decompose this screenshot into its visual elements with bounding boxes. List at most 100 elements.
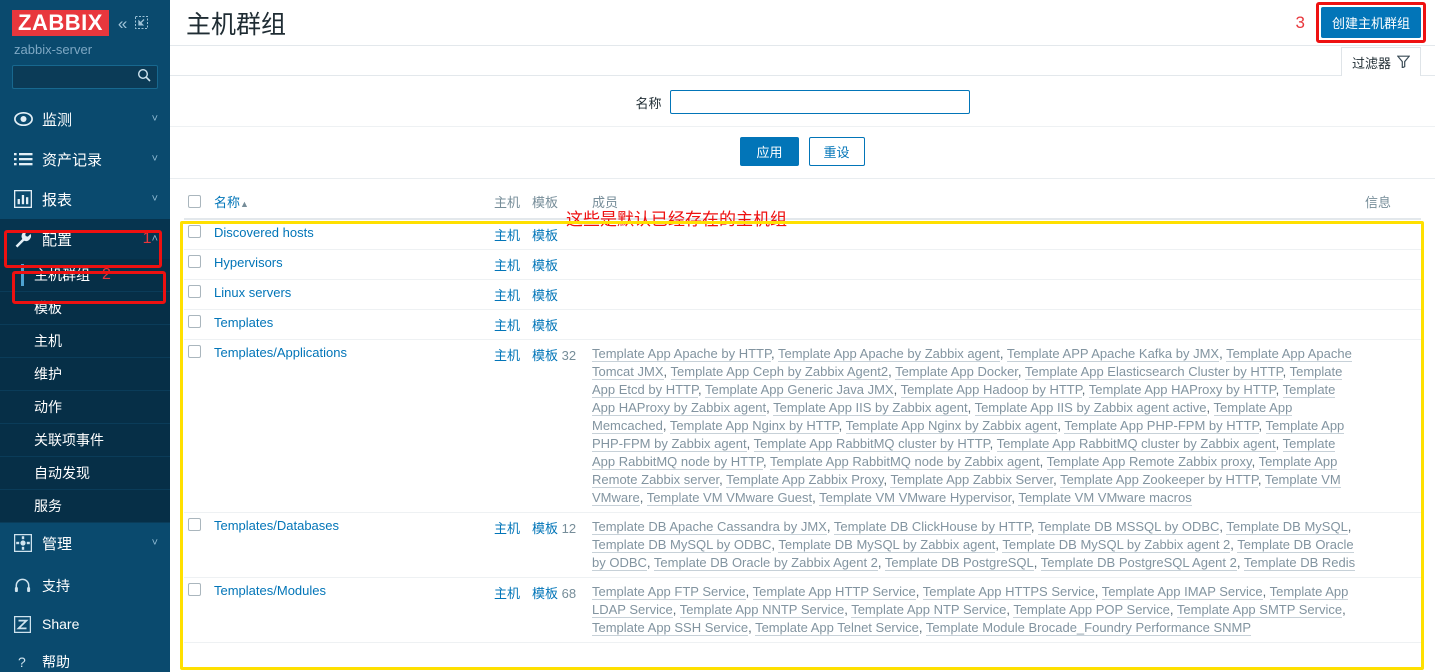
- hosts-link[interactable]: 主机: [494, 228, 520, 243]
- chevron-double-left-icon[interactable]: «: [118, 15, 127, 32]
- sidebar-item-event-correlation[interactable]: 关联项事件: [0, 424, 170, 458]
- sidebar-item-maintenance[interactable]: 维护: [0, 358, 170, 392]
- group-name-link[interactable]: Discovered hosts: [214, 225, 314, 240]
- row-checkbox[interactable]: [188, 285, 201, 298]
- tab-filter[interactable]: 过滤器: [1340, 47, 1421, 76]
- sidebar-item-host-groups[interactable]: 主机群组 2: [0, 259, 170, 293]
- hosts-link[interactable]: 主机: [494, 258, 520, 273]
- member-template-link[interactable]: Template DB MySQL by Zabbix agent 2: [1002, 537, 1231, 553]
- apply-button[interactable]: 应用: [740, 137, 799, 166]
- hosts-link[interactable]: 主机: [494, 318, 520, 333]
- column-header-name[interactable]: 名称▲: [210, 187, 490, 220]
- sidebar-item-services[interactable]: 服务: [0, 490, 170, 524]
- member-template-link[interactable]: Template App Zabbix Server: [890, 472, 1054, 488]
- member-template-link[interactable]: Template App IIS by Zabbix agent active: [974, 400, 1207, 416]
- member-template-link[interactable]: Template App FTP Service: [592, 584, 746, 600]
- member-template-link[interactable]: Template VM VMware Guest: [646, 490, 813, 506]
- group-name-link[interactable]: Templates/Databases: [214, 518, 339, 533]
- search-input[interactable]: [19, 69, 151, 86]
- member-template-link[interactable]: Template App Docker: [895, 364, 1018, 380]
- member-template-link[interactable]: Template App NNTP Service: [679, 602, 845, 618]
- group-name-link[interactable]: Templates/Modules: [214, 583, 326, 598]
- search-icon[interactable]: [137, 68, 151, 87]
- member-template-link[interactable]: Template VM VMware Hypervisor: [819, 490, 1012, 506]
- member-template-link[interactable]: Template App Zookeeper by HTTP: [1060, 472, 1258, 488]
- member-template-link[interactable]: Template DB PostgreSQL: [884, 555, 1034, 571]
- templates-link[interactable]: 模板: [532, 521, 558, 536]
- reset-button[interactable]: 重设: [808, 137, 865, 166]
- member-template-link[interactable]: Template App Apache by Zabbix agent: [777, 346, 1000, 362]
- row-checkbox[interactable]: [188, 315, 201, 328]
- create-host-group-button[interactable]: 创建主机群组: [1320, 7, 1421, 38]
- member-template-link[interactable]: Template App Telnet Service: [755, 620, 919, 636]
- sidebar-item-monitoring[interactable]: 监测 ˅: [0, 99, 170, 139]
- hosts-link[interactable]: 主机: [494, 521, 520, 536]
- sidebar-item-actions[interactable]: 动作: [0, 391, 170, 425]
- templates-link[interactable]: 模板: [532, 228, 558, 243]
- member-template-link[interactable]: Template App RabbitMQ cluster by Zabbix …: [996, 436, 1276, 452]
- group-name-link[interactable]: Templates/Applications: [214, 345, 347, 360]
- hosts-link[interactable]: 主机: [494, 288, 520, 303]
- member-template-link[interactable]: Template App Hadoop by HTTP: [900, 382, 1082, 398]
- member-template-link[interactable]: Template App POP Service: [1013, 602, 1170, 618]
- sidebar-item-discovery[interactable]: 自动发现: [0, 457, 170, 491]
- group-name-link[interactable]: Templates: [214, 315, 273, 330]
- sidebar-item-reports[interactable]: 报表 ˅: [0, 179, 170, 219]
- templates-link[interactable]: 模板: [532, 318, 558, 333]
- member-template-link[interactable]: Template DB Oracle by Zabbix Agent 2: [653, 555, 878, 571]
- member-template-link[interactable]: Template App Nginx by HTTP: [669, 418, 839, 434]
- member-template-link[interactable]: Template App RabbitMQ node by Zabbix age…: [770, 454, 1040, 470]
- member-template-link[interactable]: Template App Generic Java JMX: [704, 382, 894, 398]
- row-checkbox[interactable]: [188, 255, 201, 268]
- sidebar-item-support[interactable]: 支持: [0, 567, 170, 605]
- filter-name-input[interactable]: [669, 90, 970, 114]
- member-template-link[interactable]: Template App HAProxy by HTTP: [1088, 382, 1276, 398]
- member-template-link[interactable]: Template APP Apache Kafka by JMX: [1006, 346, 1220, 362]
- sidebar-item-hosts[interactable]: 主机: [0, 325, 170, 359]
- select-all-checkbox[interactable]: [188, 195, 201, 208]
- sidebar-item-administration[interactable]: 管理 ˅: [0, 523, 170, 563]
- member-template-link[interactable]: Template DB Redis: [1243, 555, 1356, 571]
- member-template-link[interactable]: Template DB MySQL: [1226, 519, 1348, 535]
- member-template-link[interactable]: Template DB ClickHouse by HTTP: [833, 519, 1031, 535]
- group-name-link[interactable]: Hypervisors: [214, 255, 283, 270]
- sidebar-item-share[interactable]: Share: [0, 605, 170, 643]
- row-checkbox[interactable]: [188, 225, 201, 238]
- member-template-link[interactable]: Template App Nginx by Zabbix agent: [845, 418, 1058, 434]
- member-template-link[interactable]: Template App PHP-FPM by HTTP: [1064, 418, 1259, 434]
- member-template-link[interactable]: Template Module Brocade_Foundry Performa…: [925, 620, 1252, 636]
- templates-link[interactable]: 模板: [532, 348, 558, 363]
- sidebar-item-configuration[interactable]: 配置 1 ˄: [0, 219, 170, 260]
- member-template-link[interactable]: Template DB PostgreSQL Agent 2: [1040, 555, 1237, 571]
- member-template-link[interactable]: Template App SSH Service: [592, 620, 749, 636]
- row-checkbox[interactable]: [188, 345, 201, 358]
- member-template-link[interactable]: Template App Zabbix Proxy: [726, 472, 884, 488]
- member-template-link[interactable]: Template VM VMware macros: [1018, 490, 1192, 506]
- hosts-link[interactable]: 主机: [494, 348, 520, 363]
- member-template-link[interactable]: Template DB MySQL by Zabbix agent: [778, 537, 996, 553]
- hosts-link[interactable]: 主机: [494, 586, 520, 601]
- member-template-link[interactable]: Template DB Apache Cassandra by JMX: [592, 519, 827, 535]
- member-template-link[interactable]: Template App HTTP Service: [752, 584, 916, 600]
- member-template-link[interactable]: Template App Remote Zabbix proxy: [1046, 454, 1252, 470]
- group-name-link[interactable]: Linux servers: [214, 285, 291, 300]
- member-template-link[interactable]: Template App Ceph by Zabbix Agent2: [670, 364, 889, 380]
- member-template-link[interactable]: Template App IIS by Zabbix agent: [773, 400, 968, 416]
- member-template-link[interactable]: Template App SMTP Service: [1176, 602, 1343, 618]
- sidebar-item-help[interactable]: ? 帮助: [0, 643, 170, 672]
- member-template-link[interactable]: Template App Elasticsearch Cluster by HT…: [1024, 364, 1283, 380]
- member-template-link[interactable]: Template App NTP Service: [851, 602, 1007, 618]
- member-template-link[interactable]: Template App Apache by HTTP: [592, 346, 771, 362]
- sidebar-item-inventory[interactable]: 资产记录 ˅: [0, 139, 170, 179]
- member-template-link[interactable]: Template App IMAP Service: [1101, 584, 1263, 600]
- member-template-link[interactable]: Template App RabbitMQ cluster by HTTP: [753, 436, 990, 452]
- member-template-link[interactable]: Template DB MySQL by ODBC: [592, 537, 772, 553]
- member-template-link[interactable]: Template App HTTPS Service: [922, 584, 1095, 600]
- templates-link[interactable]: 模板: [532, 258, 558, 273]
- templates-link[interactable]: 模板: [532, 586, 558, 601]
- expand-icon[interactable]: [135, 15, 149, 31]
- row-checkbox[interactable]: [188, 583, 201, 596]
- sidebar-item-templates[interactable]: 模板: [0, 292, 170, 326]
- templates-link[interactable]: 模板: [532, 288, 558, 303]
- member-template-link[interactable]: Template DB MSSQL by ODBC: [1037, 519, 1220, 535]
